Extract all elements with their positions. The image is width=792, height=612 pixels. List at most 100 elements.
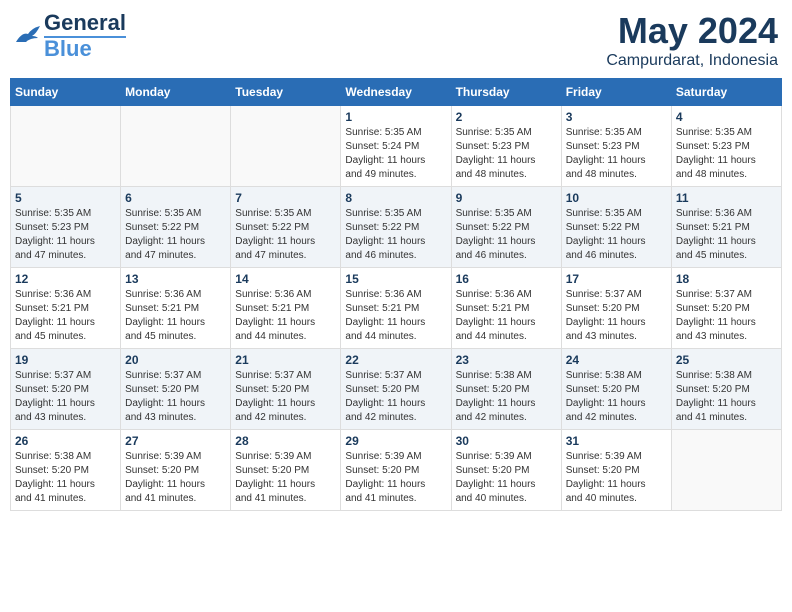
logo-text-blue: Blue bbox=[44, 36, 126, 60]
day-number: 1 bbox=[345, 110, 446, 124]
day-number: 20 bbox=[125, 353, 226, 367]
day-info: Sunrise: 5:35 AM Sunset: 5:23 PM Dayligh… bbox=[456, 126, 557, 182]
week-row-2: 5 Sunrise: 5:35 AM Sunset: 5:23 PM Daylig… bbox=[11, 187, 782, 268]
calendar-cell: 20 Sunrise: 5:37 AM Sunset: 5:20 PM Dayli… bbox=[121, 349, 231, 430]
day-info: Sunrise: 5:37 AM Sunset: 5:20 PM Dayligh… bbox=[676, 288, 777, 344]
calendar-cell: 13 Sunrise: 5:36 AM Sunset: 5:21 PM Dayli… bbox=[121, 268, 231, 349]
calendar-cell: 29Sunrise: 5:39 AM Sunset: 5:20 PM Dayli… bbox=[341, 430, 451, 511]
calendar-cell: 23 Sunrise: 5:38 AM Sunset: 5:20 PM Dayli… bbox=[451, 349, 561, 430]
day-info: Sunrise: 5:39 AM Sunset: 5:20 PM Dayligh… bbox=[566, 450, 667, 506]
day-info: Sunrise: 5:37 AM Sunset: 5:20 PM Dayligh… bbox=[125, 369, 226, 425]
col-friday: Friday bbox=[561, 79, 671, 106]
page-title: May 2024 bbox=[606, 10, 778, 52]
day-number: 27 bbox=[125, 434, 226, 448]
day-info: Sunrise: 5:36 AM Sunset: 5:21 PM Dayligh… bbox=[15, 288, 116, 344]
title-block: May 2024 Campurdarat, Indonesia bbox=[606, 10, 778, 70]
day-info: Sunrise: 5:35 AM Sunset: 5:22 PM Dayligh… bbox=[125, 207, 226, 263]
calendar-cell: 10 Sunrise: 5:35 AM Sunset: 5:22 PM Dayli… bbox=[561, 187, 671, 268]
day-number: 9 bbox=[456, 191, 557, 205]
week-row-4: 19Sunrise: 5:37 AM Sunset: 5:20 PM Dayli… bbox=[11, 349, 782, 430]
day-info: Sunrise: 5:38 AM Sunset: 5:20 PM Dayligh… bbox=[456, 369, 557, 425]
day-number: 16 bbox=[456, 272, 557, 286]
calendar-cell bbox=[11, 106, 121, 187]
day-number: 24 bbox=[566, 353, 667, 367]
week-row-3: 12 Sunrise: 5:36 AM Sunset: 5:21 PM Dayli… bbox=[11, 268, 782, 349]
day-number: 18 bbox=[676, 272, 777, 286]
calendar-cell: 8 Sunrise: 5:35 AM Sunset: 5:22 PM Daylig… bbox=[341, 187, 451, 268]
calendar-cell: 30 Sunrise: 5:39 AM Sunset: 5:20 PM Dayli… bbox=[451, 430, 561, 511]
calendar-cell: 24 Sunrise: 5:38 AM Sunset: 5:20 PM Dayli… bbox=[561, 349, 671, 430]
day-info: Sunrise: 5:37 AM Sunset: 5:20 PM Dayligh… bbox=[566, 288, 667, 344]
day-number: 5 bbox=[15, 191, 116, 205]
day-number: 12 bbox=[15, 272, 116, 286]
calendar-cell: 14Sunrise: 5:36 AM Sunset: 5:21 PM Dayli… bbox=[231, 268, 341, 349]
day-info: Sunrise: 5:37 AM Sunset: 5:20 PM Dayligh… bbox=[345, 369, 446, 425]
calendar-cell: 31 Sunrise: 5:39 AM Sunset: 5:20 PM Dayli… bbox=[561, 430, 671, 511]
day-number: 25 bbox=[676, 353, 777, 367]
calendar-cell: 12 Sunrise: 5:36 AM Sunset: 5:21 PM Dayli… bbox=[11, 268, 121, 349]
day-info: Sunrise: 5:35 AM Sunset: 5:22 PM Dayligh… bbox=[235, 207, 336, 263]
day-info: Sunrise: 5:35 AM Sunset: 5:24 PM Dayligh… bbox=[345, 126, 446, 182]
day-info: Sunrise: 5:35 AM Sunset: 5:22 PM Dayligh… bbox=[456, 207, 557, 263]
calendar-cell: 11Sunrise: 5:36 AM Sunset: 5:21 PM Dayli… bbox=[671, 187, 781, 268]
week-row-1: 1 Sunrise: 5:35 AM Sunset: 5:24 PM Daylig… bbox=[11, 106, 782, 187]
day-info: Sunrise: 5:35 AM Sunset: 5:22 PM Dayligh… bbox=[345, 207, 446, 263]
day-info: Sunrise: 5:39 AM Sunset: 5:20 PM Dayligh… bbox=[456, 450, 557, 506]
calendar-cell: 1 Sunrise: 5:35 AM Sunset: 5:24 PM Daylig… bbox=[341, 106, 451, 187]
day-info: Sunrise: 5:36 AM Sunset: 5:21 PM Dayligh… bbox=[125, 288, 226, 344]
calendar-cell: 15 Sunrise: 5:36 AM Sunset: 5:21 PM Dayli… bbox=[341, 268, 451, 349]
day-number: 26 bbox=[15, 434, 116, 448]
day-number: 4 bbox=[676, 110, 777, 124]
day-info: Sunrise: 5:39 AM Sunset: 5:20 PM Dayligh… bbox=[345, 450, 446, 506]
day-info: Sunrise: 5:39 AM Sunset: 5:20 PM Dayligh… bbox=[235, 450, 336, 506]
day-number: 15 bbox=[345, 272, 446, 286]
day-number: 8 bbox=[345, 191, 446, 205]
day-number: 14 bbox=[235, 272, 336, 286]
day-info: Sunrise: 5:37 AM Sunset: 5:20 PM Dayligh… bbox=[235, 369, 336, 425]
day-number: 28 bbox=[235, 434, 336, 448]
day-number: 10 bbox=[566, 191, 667, 205]
day-info: Sunrise: 5:36 AM Sunset: 5:21 PM Dayligh… bbox=[676, 207, 777, 263]
calendar-cell: 27Sunrise: 5:39 AM Sunset: 5:20 PM Dayli… bbox=[121, 430, 231, 511]
calendar-cell: 25Sunrise: 5:38 AM Sunset: 5:20 PM Dayli… bbox=[671, 349, 781, 430]
col-tuesday: Tuesday bbox=[231, 79, 341, 106]
calendar-table: Sunday Monday Tuesday Wednesday Thursday… bbox=[10, 78, 782, 511]
day-info: Sunrise: 5:38 AM Sunset: 5:20 PM Dayligh… bbox=[566, 369, 667, 425]
day-number: 23 bbox=[456, 353, 557, 367]
calendar-cell: 26Sunrise: 5:38 AM Sunset: 5:20 PM Dayli… bbox=[11, 430, 121, 511]
day-info: Sunrise: 5:36 AM Sunset: 5:21 PM Dayligh… bbox=[456, 288, 557, 344]
day-number: 17 bbox=[566, 272, 667, 286]
col-thursday: Thursday bbox=[451, 79, 561, 106]
day-number: 30 bbox=[456, 434, 557, 448]
logo-bird-icon bbox=[14, 24, 42, 46]
col-saturday: Saturday bbox=[671, 79, 781, 106]
day-info: Sunrise: 5:35 AM Sunset: 5:23 PM Dayligh… bbox=[15, 207, 116, 263]
day-number: 22 bbox=[345, 353, 446, 367]
day-info: Sunrise: 5:35 AM Sunset: 5:22 PM Dayligh… bbox=[566, 207, 667, 263]
calendar-cell: 3Sunrise: 5:35 AM Sunset: 5:23 PM Daylig… bbox=[561, 106, 671, 187]
calendar-cell: 22 Sunrise: 5:37 AM Sunset: 5:20 PM Dayli… bbox=[341, 349, 451, 430]
day-number: 13 bbox=[125, 272, 226, 286]
calendar-cell: 5 Sunrise: 5:35 AM Sunset: 5:23 PM Daylig… bbox=[11, 187, 121, 268]
calendar-cell: 28 Sunrise: 5:39 AM Sunset: 5:20 PM Dayli… bbox=[231, 430, 341, 511]
day-number: 7 bbox=[235, 191, 336, 205]
day-number: 31 bbox=[566, 434, 667, 448]
week-row-5: 26Sunrise: 5:38 AM Sunset: 5:20 PM Dayli… bbox=[11, 430, 782, 511]
calendar-cell: 18 Sunrise: 5:37 AM Sunset: 5:20 PM Dayli… bbox=[671, 268, 781, 349]
col-monday: Monday bbox=[121, 79, 231, 106]
calendar-cell: 4Sunrise: 5:35 AM Sunset: 5:23 PM Daylig… bbox=[671, 106, 781, 187]
logo-icon: General Blue bbox=[14, 10, 126, 60]
col-wednesday: Wednesday bbox=[341, 79, 451, 106]
logo: General Blue bbox=[14, 10, 126, 60]
calendar-cell bbox=[231, 106, 341, 187]
calendar-cell: 16 Sunrise: 5:36 AM Sunset: 5:21 PM Dayli… bbox=[451, 268, 561, 349]
page-header: General Blue May 2024 Campurdarat, Indon… bbox=[10, 10, 782, 70]
day-info: Sunrise: 5:36 AM Sunset: 5:21 PM Dayligh… bbox=[345, 288, 446, 344]
day-number: 21 bbox=[235, 353, 336, 367]
day-number: 6 bbox=[125, 191, 226, 205]
header-row: Sunday Monday Tuesday Wednesday Thursday… bbox=[11, 79, 782, 106]
calendar-cell: 17 Sunrise: 5:37 AM Sunset: 5:20 PM Dayli… bbox=[561, 268, 671, 349]
logo-text-general: General bbox=[44, 10, 126, 36]
day-number: 3 bbox=[566, 110, 667, 124]
calendar-cell: 19Sunrise: 5:37 AM Sunset: 5:20 PM Dayli… bbox=[11, 349, 121, 430]
